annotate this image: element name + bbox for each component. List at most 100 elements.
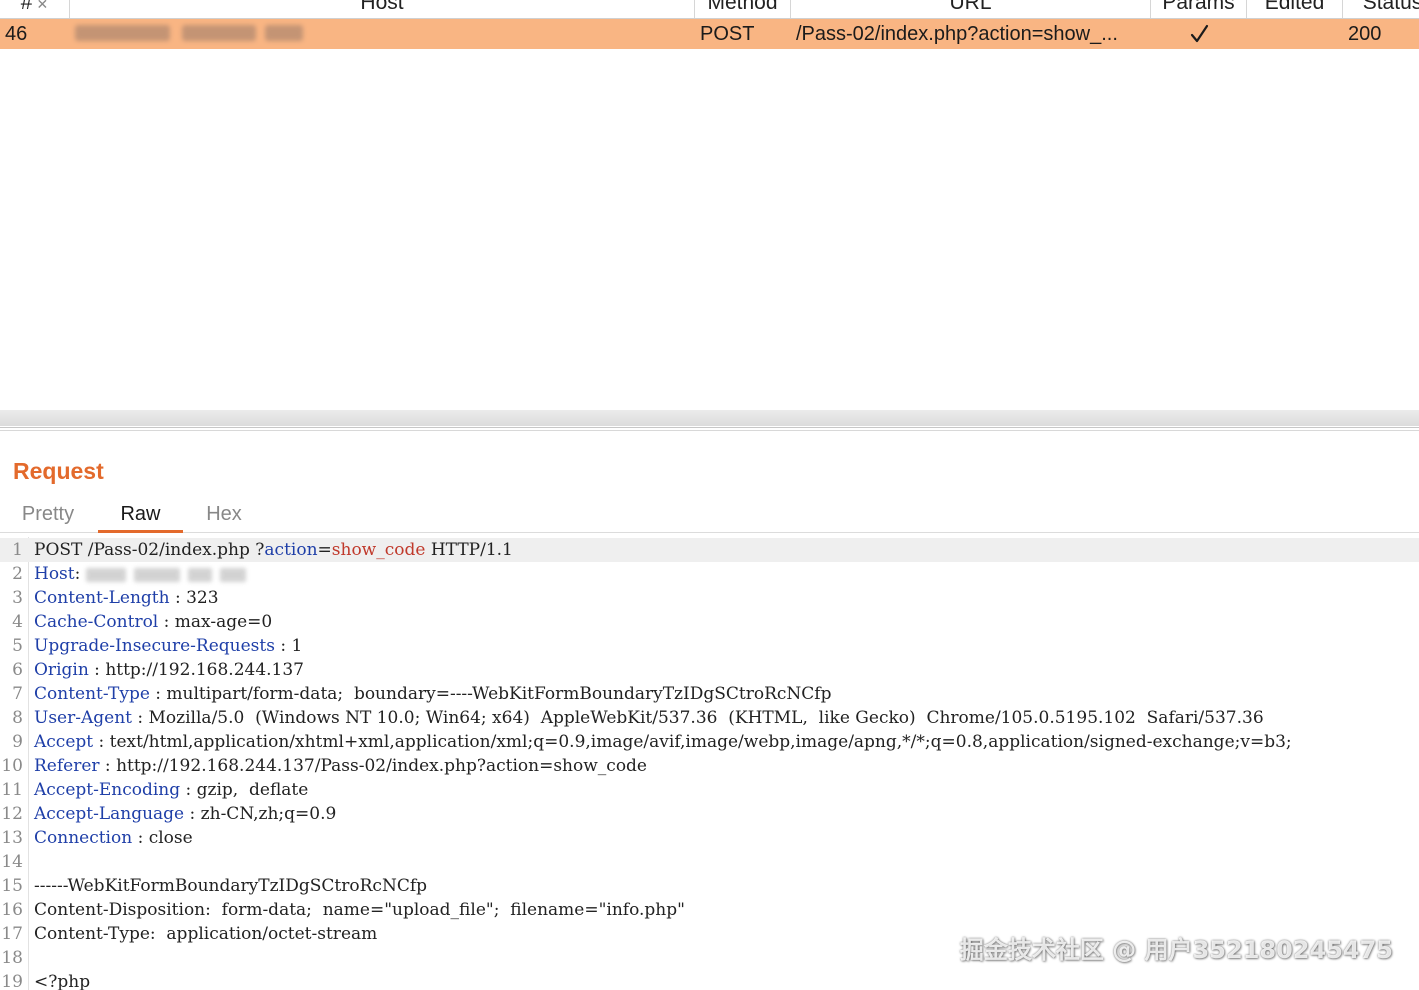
row-method: POST [700, 23, 755, 45]
line-content: POST /Pass-02/index.php ?action=show_cod… [34, 538, 513, 562]
row-url: /Pass-02/index.php?action=show_... [796, 23, 1118, 45]
column-header-url[interactable]: URL [791, 0, 1151, 18]
code-line[interactable]: 9 Accept : text/html,application/xhtml+xm… [0, 730, 1419, 754]
param-value: show_code [331, 540, 426, 560]
tab-hex[interactable]: Hex [192, 496, 256, 532]
code-text: : http://192.168.244.137 [88, 660, 304, 680]
tab-label: Hex [206, 503, 242, 525]
header-name: Referer [34, 756, 100, 776]
line-content: User-Agent : Mozilla/5.0 (Windows NT 10.… [34, 706, 1264, 730]
line-number: 17 [1, 924, 23, 944]
column-header-number[interactable]: # ✕ [0, 0, 70, 18]
checkmark-icon [1190, 24, 1209, 43]
header-name: Origin [34, 660, 89, 680]
line-number: 8 [12, 708, 23, 728]
row-number: 46 [5, 23, 28, 45]
line-number: 9 [12, 732, 23, 752]
line-content: Accept-Encoding : gzip, deflate [34, 778, 308, 802]
line-number: 4 [12, 612, 23, 632]
column-header-status[interactable]: Status [1343, 0, 1419, 18]
sort-icon: ✕ [36, 0, 49, 12]
code-text: : Mozilla/5.0 (Windows NT 10.0; Win64; x… [131, 708, 1264, 728]
line-number: 7 [12, 684, 23, 704]
code-line[interactable]: 12 Accept-Language : zh-CN,zh;q=0.9 [0, 802, 1419, 826]
code-text: HTTP/1.1 [425, 540, 513, 560]
tab-pretty[interactable]: Pretty [12, 496, 84, 532]
line-content: Content-Type: application/octet-stream [34, 922, 377, 946]
column-label: # [20, 0, 33, 14]
code-text: : http://192.168.244.137/Pass-02/index.p… [99, 756, 647, 776]
column-header-host[interactable]: Host [70, 0, 695, 18]
code-line[interactable]: 13 Connection : close [0, 826, 1419, 850]
header-name: Content-Length [34, 588, 170, 608]
code-line[interactable]: 14 [0, 850, 1419, 874]
code-line[interactable]: 2 Host: [0, 562, 1419, 586]
code-line[interactable]: 6 Origin : http://192.168.244.137 [0, 658, 1419, 682]
request-panel-title: Request [13, 458, 104, 484]
line-number: 3 [12, 588, 23, 608]
line-number: 2 [12, 564, 23, 584]
line-content: Connection : close [34, 826, 193, 850]
line-number: 12 [1, 804, 23, 824]
tab-label: Raw [120, 503, 161, 525]
column-header-params[interactable]: Params [1151, 0, 1247, 18]
code-line[interactable]: 19 <?php [0, 970, 1419, 990]
header-name: Accept-Language [34, 804, 185, 824]
header-name: Connection [34, 828, 133, 848]
code-text: : close [132, 828, 193, 848]
column-header-method[interactable]: Method [695, 0, 791, 18]
code-line[interactable]: 16 Content-Disposition: form-data; name="… [0, 898, 1419, 922]
tab-raw[interactable]: Raw [98, 496, 183, 533]
code-line[interactable]: 4 Cache-Control : max-age=0 [0, 610, 1419, 634]
code-line[interactable]: 15 ------WebKitFormBoundaryTzIDgSCtroRcNC… [0, 874, 1419, 898]
code-text: POST /Pass-02/index.php ? [34, 540, 265, 560]
host-value-redacted [85, 564, 254, 584]
code-text: Content-Type: application/octet-stream [34, 924, 378, 944]
code-line[interactable]: 8 User-Agent : Mozilla/5.0 (Windows NT 10… [0, 706, 1419, 730]
code-line[interactable]: 11 Accept-Encoding : gzip, deflate [0, 778, 1419, 802]
line-content: Referer : http://192.168.244.137/Pass-02… [34, 754, 647, 778]
line-content: Cache-Control : max-age=0 [34, 610, 272, 634]
line-number: 13 [1, 828, 23, 848]
split-pane-divider[interactable] [0, 410, 1419, 432]
line-content: Host: [34, 562, 254, 586]
code-line[interactable]: 5 Upgrade-Insecure-Requests : 1 [0, 634, 1419, 658]
param-name: action [264, 540, 318, 560]
line-number: 16 [1, 900, 23, 920]
line-content: Accept-Language : zh-CN,zh;q=0.9 [34, 802, 336, 826]
line-content: Content-Disposition: form-data; name="up… [34, 898, 685, 922]
line-number: 11 [1, 780, 23, 800]
header-name: Content-Type [34, 684, 150, 704]
raw-request-editor[interactable]: 1 POST /Pass-02/index.php ?action=show_co… [0, 537, 1419, 990]
header-name: Cache-Control [34, 612, 159, 632]
line-content: Accept : text/html,application/xhtml+xml… [34, 730, 1292, 754]
column-header-edited[interactable]: Edited [1247, 0, 1343, 18]
line-content: Content-Length : 323 [34, 586, 219, 610]
code-line[interactable]: 3 Content-Length : 323 [0, 586, 1419, 610]
table-row-selected[interactable]: 46 POST /Pass-02/index.php?action=show_.… [0, 19, 1419, 49]
tab-label: Pretty [21, 503, 75, 525]
code-text: : multipart/form-data; boundary=----WebK… [149, 684, 832, 704]
code-text: : max-age=0 [158, 612, 273, 632]
line-content: Upgrade-Insecure-Requests : 1 [34, 634, 302, 658]
row-status: 200 [1348, 23, 1382, 45]
header-name: Host [34, 564, 75, 584]
code-text: Content-Disposition: form-data; name="up… [34, 900, 685, 920]
table-header: # ✕ Host Method URL Params Edited Status [0, 0, 1419, 19]
code-text: <?php [34, 972, 91, 990]
line-number: 18 [1, 948, 23, 968]
header-name: Upgrade-Insecure-Requests [34, 636, 275, 656]
line-content: <?php [34, 970, 90, 990]
header-name: User-Agent [34, 708, 132, 728]
code-text: ------WebKitFormBoundaryTzIDgSCtroRcNCfp [34, 876, 428, 896]
line-number: 6 [12, 660, 23, 680]
line-content: Content-Type : multipart/form-data; boun… [34, 682, 831, 706]
line-number: 15 [1, 876, 23, 896]
line-content: ------WebKitFormBoundaryTzIDgSCtroRcNCfp [34, 874, 427, 898]
code-line[interactable]: 10 Referer : http://192.168.244.137/Pass-… [0, 754, 1419, 778]
code-line[interactable]: 7 Content-Type : multipart/form-data; bou… [0, 682, 1419, 706]
code-line[interactable]: 1 POST /Pass-02/index.php ?action=show_co… [0, 538, 1419, 562]
code-text: : 1 [274, 636, 303, 656]
code-text: : [74, 564, 86, 584]
watermark: 掘金技术社区 @ 用户352180245475 [959, 936, 1393, 964]
